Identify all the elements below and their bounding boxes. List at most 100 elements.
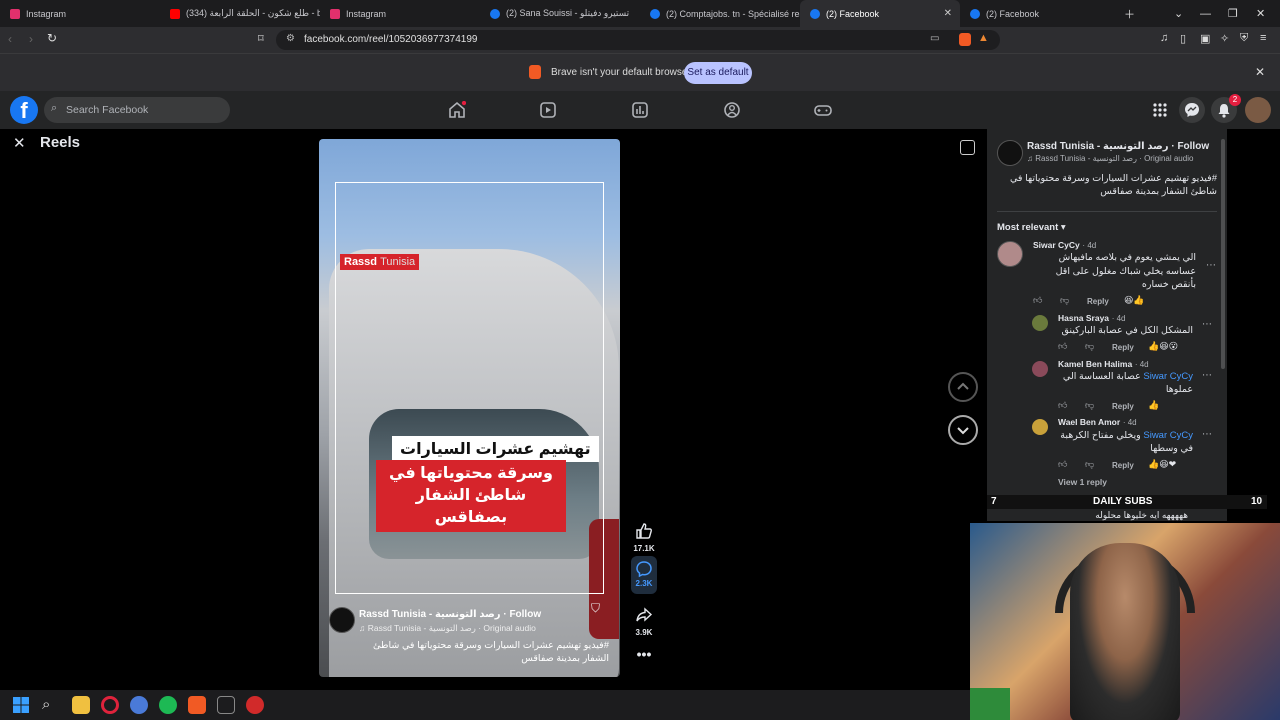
app-icon[interactable] <box>246 696 264 714</box>
messenger-icon[interactable] <box>1179 97 1205 123</box>
reactions-icon[interactable]: 👍😆❤ <box>1148 459 1176 470</box>
author-name[interactable]: Rassd Tunisia - رصد التونسية · Follow <box>359 609 541 620</box>
view-replies-link[interactable]: View 1 reply <box>1058 477 1107 487</box>
comment-options-icon[interactable]: ⋯ <box>1202 319 1212 330</box>
facebook-header: f ⌕ Search Facebook 2 <box>0 91 1280 129</box>
follow-link[interactable]: Follow <box>509 609 541 620</box>
comment-options-icon[interactable]: ⋯ <box>1202 429 1212 440</box>
like-icon[interactable]: 👍︎ <box>1058 400 1067 411</box>
like-button[interactable]: 17.1K <box>631 518 657 553</box>
search-input[interactable]: ⌕ Search Facebook <box>44 97 230 123</box>
browser-tab[interactable]: (2) Sana Souissi - تستيرو دفيتلو <box>480 0 640 27</box>
commenter-avatar[interactable] <box>1032 315 1048 331</box>
menu-grid-icon[interactable] <box>1147 97 1173 123</box>
dislike-icon[interactable]: 👎︎ <box>1085 459 1094 470</box>
sidebar-icon[interactable]: ▯ <box>1180 32 1186 45</box>
profile-avatar[interactable] <box>1245 97 1271 123</box>
browser-tab[interactable]: (2) Facebook <box>960 0 1120 27</box>
set-default-button[interactable]: Set as default <box>684 62 752 84</box>
commenter-avatar[interactable] <box>997 241 1023 267</box>
comment-options-icon[interactable]: ⋯ <box>1202 370 1212 381</box>
reply-link[interactable]: Reply <box>1087 297 1109 306</box>
comment-options-icon[interactable]: ⋯ <box>1206 260 1216 271</box>
opera-icon[interactable] <box>101 696 119 714</box>
xbox-icon[interactable] <box>217 696 235 714</box>
dislike-icon[interactable]: 👎︎ <box>1060 295 1069 306</box>
comment-text: المشكل الكل في عصابة الباركينق <box>1061 325 1193 336</box>
close-tab-icon[interactable]: ✕ <box>944 8 952 19</box>
minimize-icon[interactable]: — <box>1200 0 1211 27</box>
like-icon[interactable]: 👍︎ <box>1058 341 1067 352</box>
reel-video[interactable]: Rassd Tunisia تهشيم عشرات السيارات وسرقة… <box>319 139 620 677</box>
browser-tab[interactable]: Instagram <box>320 0 480 27</box>
like-icon[interactable]: 👍︎ <box>1058 459 1067 470</box>
maximize-icon[interactable]: ❐ <box>1228 0 1238 27</box>
wallet-icon[interactable]: ▣ <box>1200 32 1210 45</box>
back-icon[interactable]: ‹ <box>8 32 12 46</box>
cast-icon[interactable]: ▭ <box>930 33 939 44</box>
video-icon[interactable] <box>539 101 557 119</box>
new-tab-icon[interactable]: ＋ <box>1124 0 1135 27</box>
reactions-icon[interactable]: 😆👍 <box>1124 295 1145 306</box>
tab-search-icon[interactable]: ⌄ <box>1174 0 1183 27</box>
home-icon[interactable] <box>448 101 466 119</box>
more-options-icon[interactable]: ••• <box>631 646 657 662</box>
search-icon[interactable]: ⌕ <box>42 696 60 714</box>
menu-icon[interactable]: ≡ <box>1260 32 1266 44</box>
sort-dropdown[interactable]: Most relevant ▾ <box>997 222 1066 233</box>
vpn-icon[interactable]: ⛨ <box>1240 32 1248 45</box>
share-button[interactable]: 3.9K <box>631 602 657 637</box>
previous-reel-button[interactable] <box>948 372 978 402</box>
close-window-icon[interactable]: ✕ <box>1256 0 1265 27</box>
reply-link[interactable]: Reply <box>1112 343 1134 352</box>
address-bar[interactable]: ⚙ facebook.com/reel/1052036977374199 ▭ ▲ <box>276 30 1000 50</box>
browser-tab[interactable]: Instagram <box>0 0 160 27</box>
close-icon[interactable]: ✕ <box>1255 65 1265 79</box>
facebook-logo-icon[interactable]: f <box>10 96 38 124</box>
browser-tab-active[interactable]: (2) Facebook ✕ <box>800 0 960 27</box>
audio-label[interactable]: ♫ Rassd Tunisia - رصد التونسية · Origina… <box>359 623 536 634</box>
close-reels-icon[interactable]: ✕ <box>13 134 26 152</box>
spotify-icon[interactable] <box>159 696 177 714</box>
windows-start-icon[interactable] <box>12 696 30 714</box>
browser-tab[interactable]: (2) Comptajobs. tn - Spécialisé resto <box>640 0 800 27</box>
collapse-panel-icon[interactable] <box>960 140 975 155</box>
mention-link[interactable]: Siwar CyCy <box>1143 371 1193 382</box>
audio-label[interactable]: ♫ Rassd Tunisia - رصد التونسية · Origina… <box>1027 154 1193 163</box>
groups-icon[interactable] <box>723 101 741 119</box>
file-explorer-icon[interactable] <box>72 696 90 714</box>
browser-tab[interactable]: (334) طلع شكون - الحلقة الرابعة - be <box>160 0 320 27</box>
gaming-icon[interactable] <box>814 101 832 119</box>
author-avatar[interactable] <box>997 140 1023 166</box>
follow-link[interactable]: Follow <box>1177 141 1209 152</box>
next-reel-button[interactable] <box>948 415 978 445</box>
commenter-avatar[interactable] <box>1032 419 1048 435</box>
dislike-icon[interactable]: 👎︎ <box>1085 341 1094 352</box>
default-browser-text: Brave isn't your default browser <box>551 67 691 78</box>
commenter-avatar[interactable] <box>1032 361 1048 377</box>
media-icon[interactable]: ♫ <box>1160 32 1168 44</box>
brave-icon[interactable] <box>188 696 206 714</box>
comments-scrollbar[interactable] <box>1221 139 1225 369</box>
author-name[interactable]: Rassd Tunisia - رصد التونسية · Follow <box>1027 141 1209 152</box>
brave-rewards-icon[interactable]: ▲ <box>978 32 989 44</box>
reactions-icon[interactable]: 👍😆😮 <box>1148 341 1178 352</box>
reply-link[interactable]: Reply <box>1112 461 1134 470</box>
site-info-icon[interactable]: ⚙ <box>286 33 295 44</box>
browser-icon[interactable] <box>130 696 148 714</box>
leo-icon[interactable]: ✧ <box>1220 32 1229 45</box>
dislike-icon[interactable]: 👎︎ <box>1085 400 1094 411</box>
marketplace-icon[interactable] <box>631 101 649 119</box>
default-browser-bar: Brave isn't your default browser Set as … <box>0 53 1280 91</box>
bookmark-icon[interactable]: ⌑ <box>258 32 264 45</box>
reactions-icon[interactable]: 👍 <box>1148 400 1159 411</box>
forward-icon[interactable]: › <box>29 32 33 46</box>
reload-icon[interactable]: ↻ <box>47 31 57 45</box>
tab-label: (2) Comptajobs. tn - Spécialisé resto <box>666 8 800 19</box>
reply-link[interactable]: Reply <box>1112 402 1134 411</box>
brave-shield-icon[interactable] <box>959 33 971 46</box>
mention-link[interactable]: Siwar CyCy <box>1143 430 1193 441</box>
like-icon[interactable]: 👍︎ <box>1033 295 1042 306</box>
comment-button[interactable]: 2.3K <box>631 556 657 594</box>
author-avatar[interactable] <box>329 607 355 633</box>
